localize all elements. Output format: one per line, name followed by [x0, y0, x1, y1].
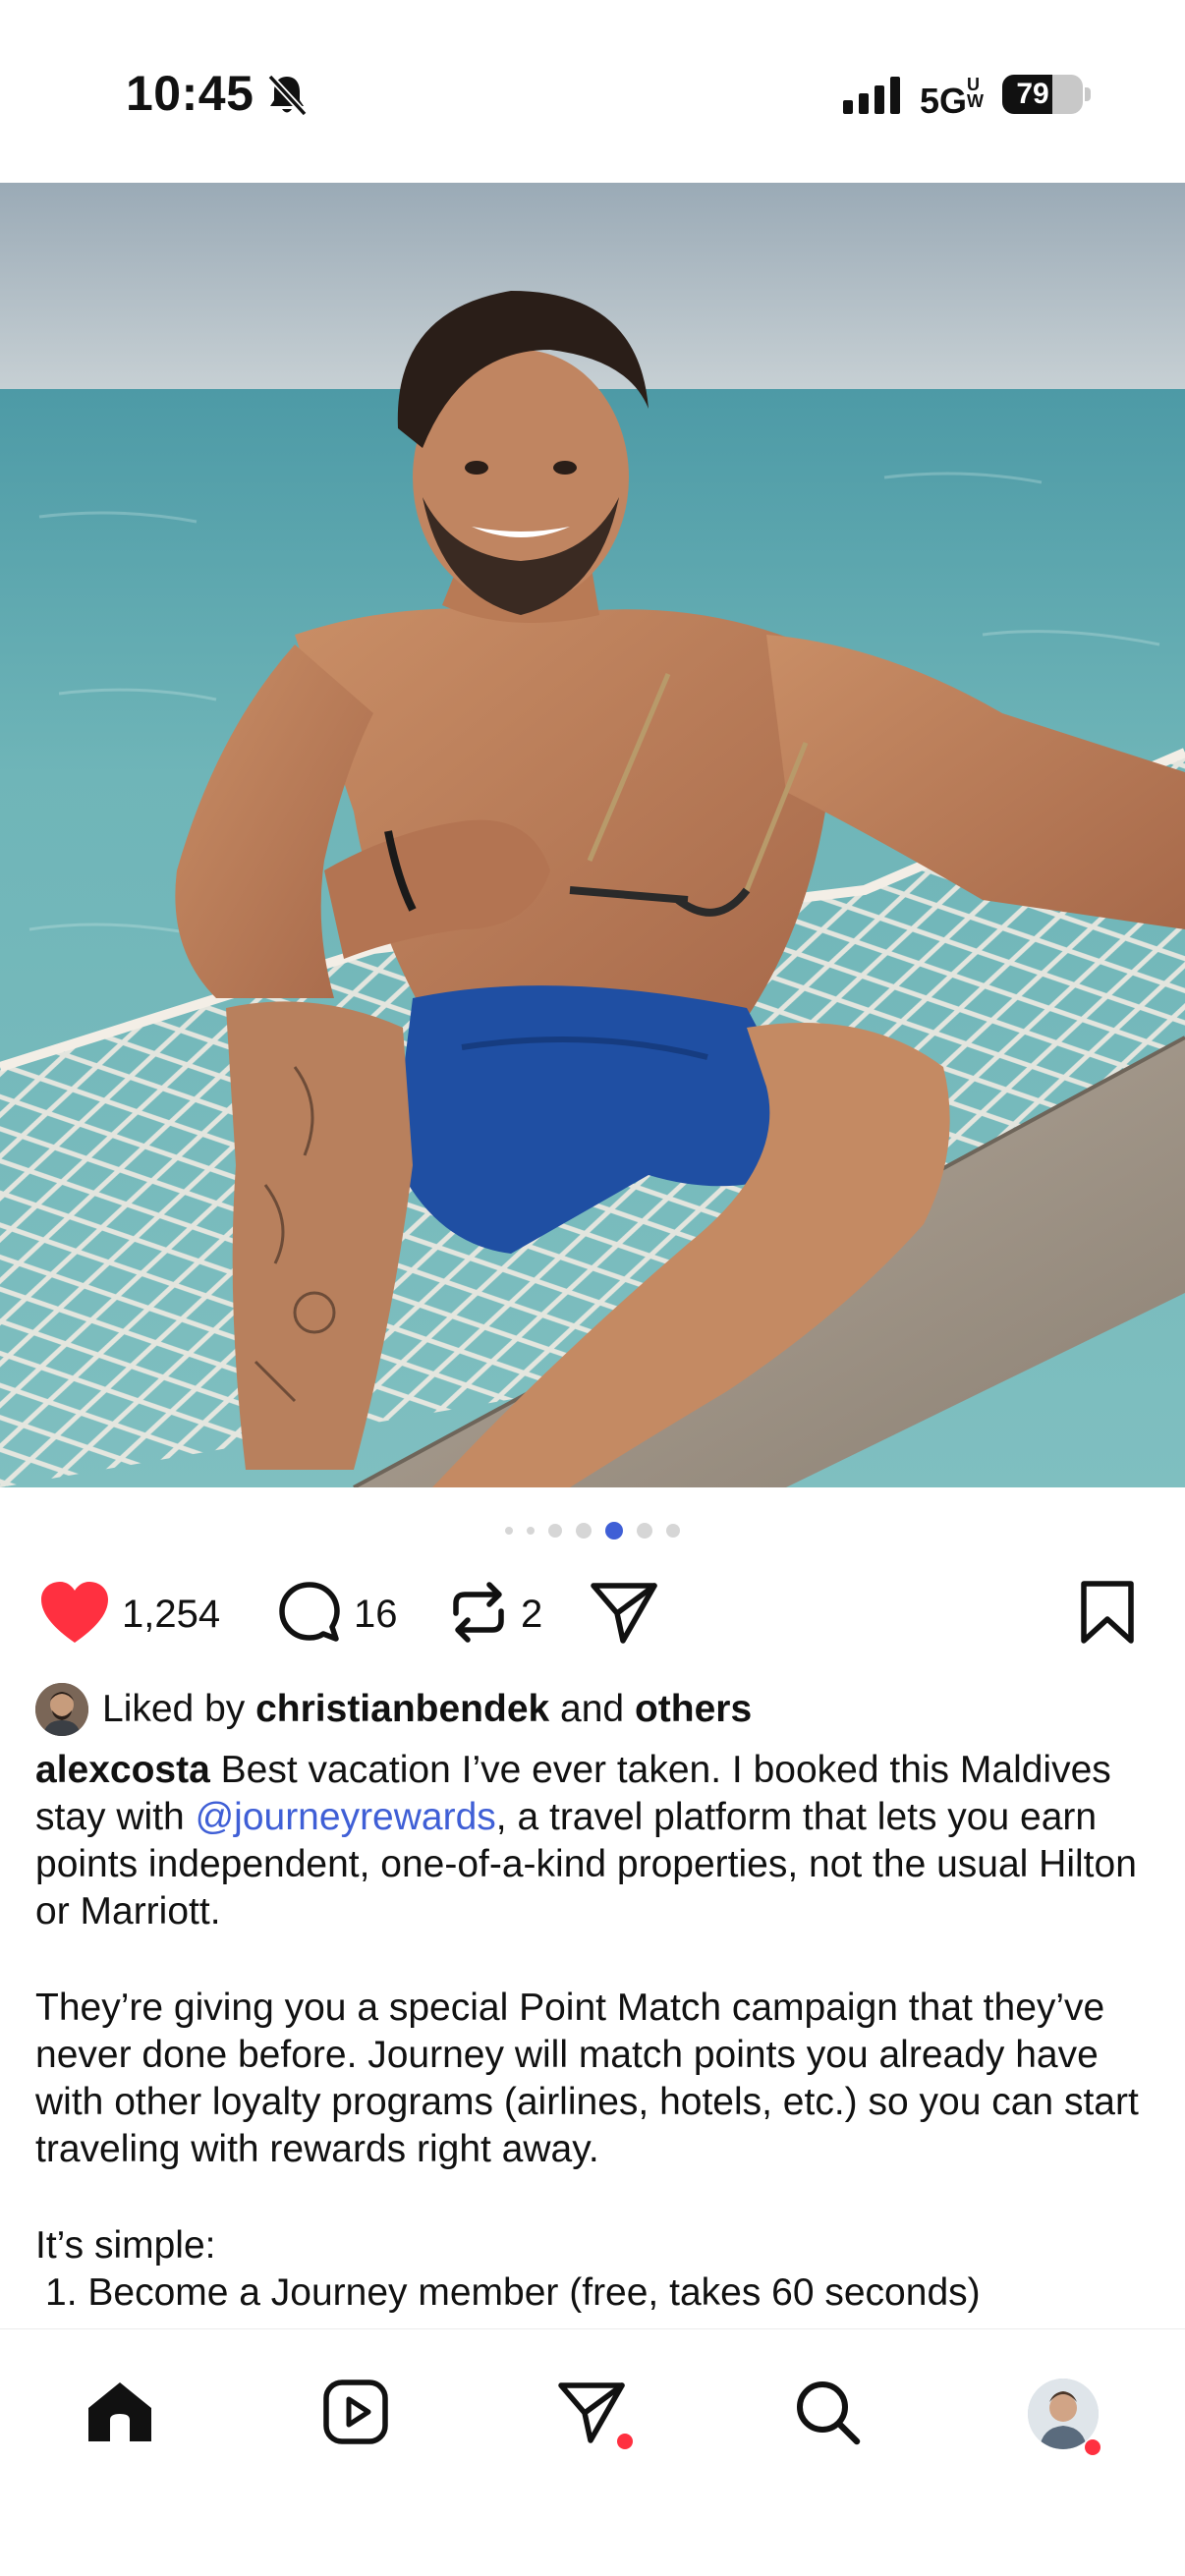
carousel-dot[interactable] — [576, 1523, 592, 1539]
comments-count[interactable]: 16 — [354, 1593, 398, 1637]
caption-list-item: 1. Become a Journey member (free, takes … — [45, 2271, 981, 2314]
home-icon[interactable] — [85, 2379, 155, 2450]
like-action[interactable]: 1,254 — [39, 1580, 220, 1650]
post-actions: 1,254 16 2 — [0, 1570, 1185, 1658]
caption-username[interactable]: alexcosta — [35, 1749, 210, 1791]
carousel-dot[interactable] — [505, 1527, 513, 1535]
caption-list: 1. Become a Journey member (free, takes … — [45, 2269, 1156, 2317]
caption-paragraph-2: They’re giving you a special Point Match… — [35, 1987, 1139, 2170]
post-caption: alexcosta Best vacation I’ve ever taken.… — [35, 1747, 1156, 2317]
tab-home[interactable] — [73, 2367, 167, 2461]
status-time: 10:45 — [126, 66, 254, 121]
comment-action[interactable]: 16 — [277, 1580, 398, 1650]
signal-icon — [843, 77, 904, 119]
battery-percent: 79 — [1016, 78, 1049, 110]
network-sub: UW — [967, 75, 985, 111]
heart-filled-icon[interactable] — [39, 1580, 110, 1650]
liked-by-avatar[interactable] — [35, 1683, 88, 1736]
messages-notification-dot — [617, 2434, 633, 2449]
silent-bell-icon — [265, 73, 309, 123]
battery-cap — [1085, 87, 1091, 101]
likes-count[interactable]: 1,254 — [122, 1593, 220, 1637]
comment-icon[interactable] — [277, 1580, 342, 1650]
status-bar: 10:45 5GUW 79 — [0, 0, 1185, 183]
caption-paragraph-1: alexcosta Best vacation I’ve ever taken.… — [35, 1747, 1156, 1935]
profile-avatar[interactable] — [1028, 2379, 1099, 2449]
carousel-dot[interactable] — [527, 1527, 535, 1535]
send-icon[interactable] — [590, 1580, 658, 1650]
post-photo[interactable] — [0, 183, 1185, 1487]
reposts-count[interactable]: 2 — [521, 1593, 542, 1637]
profile-notification-dot — [1085, 2439, 1100, 2455]
carousel-indicator[interactable] — [0, 1521, 1185, 1540]
messages-icon[interactable] — [557, 2380, 626, 2449]
repost-icon[interactable] — [448, 1580, 509, 1650]
network-type: 5G — [920, 81, 968, 121]
carousel-dot[interactable] — [637, 1523, 652, 1539]
caption-mention[interactable]: @journeyrewards — [196, 1796, 496, 1838]
tab-reels[interactable] — [309, 2367, 403, 2461]
repost-action[interactable]: 2 — [448, 1580, 542, 1650]
liked-by[interactable]: Liked by christianbendek and others — [35, 1682, 752, 1737]
save-action[interactable] — [1079, 1580, 1136, 1650]
tab-search[interactable] — [780, 2367, 875, 2461]
carousel-dot[interactable] — [548, 1524, 562, 1538]
liked-by-prefix: Liked by — [102, 1688, 246, 1730]
battery-icon: 79 — [1002, 75, 1083, 114]
reels-icon[interactable] — [322, 2379, 389, 2450]
carousel-dot-active[interactable] — [605, 1522, 623, 1540]
liked-by-and: and — [560, 1688, 625, 1730]
bottom-tab-bar — [0, 2328, 1185, 2576]
search-icon[interactable] — [794, 2379, 861, 2450]
liked-by-others[interactable]: others — [635, 1688, 752, 1731]
tab-profile[interactable] — [1016, 2367, 1110, 2461]
network-label: 5GUW — [920, 75, 985, 122]
tab-messages[interactable] — [544, 2367, 639, 2461]
share-action[interactable] — [590, 1580, 658, 1650]
caption-paragraph-3: It’s simple: — [35, 2224, 216, 2267]
bookmark-icon[interactable] — [1079, 1580, 1136, 1650]
carousel-dot[interactable] — [666, 1524, 680, 1538]
liked-by-username[interactable]: christianbendek — [255, 1688, 549, 1731]
